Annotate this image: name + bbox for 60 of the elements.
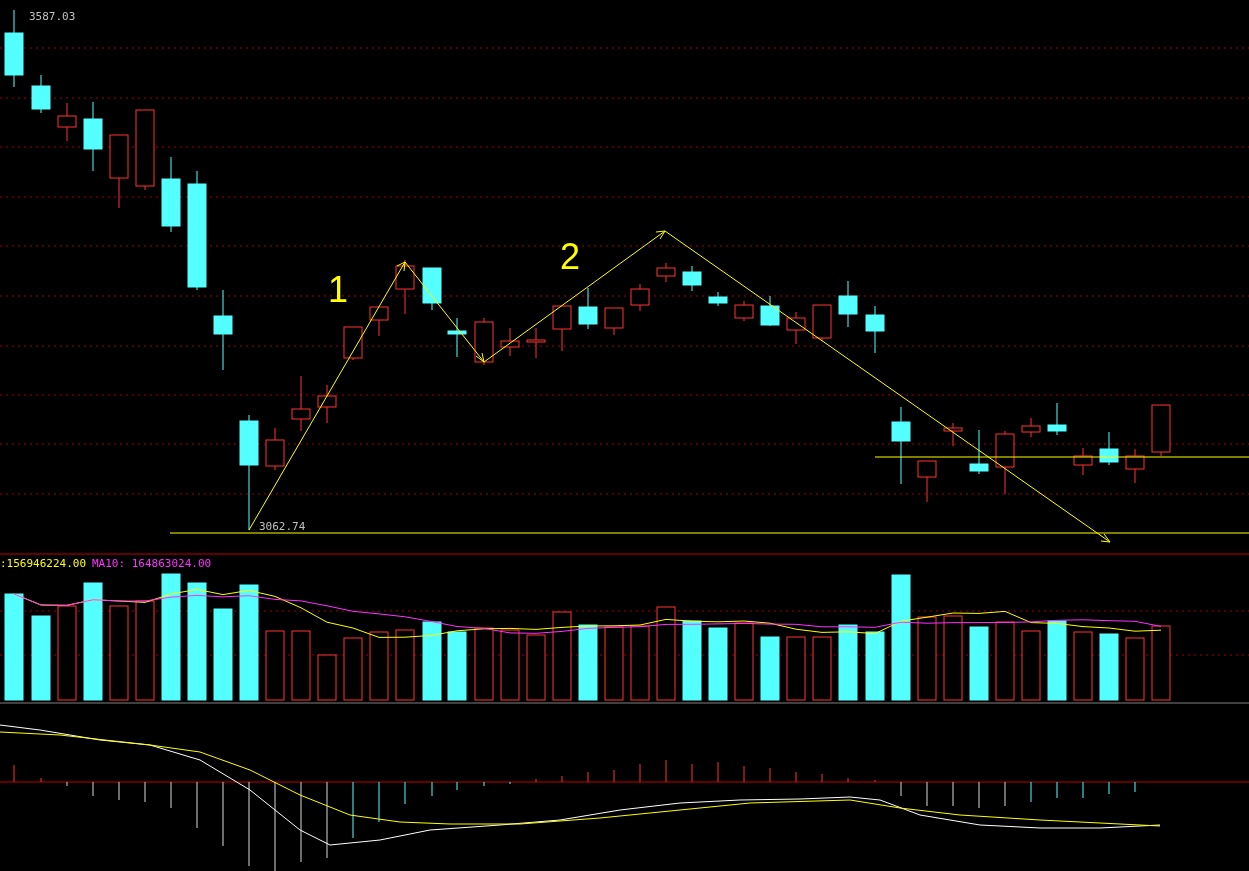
volume-bar (1021, 630, 1041, 701)
volume-bar (1125, 637, 1145, 701)
candlestick (31, 74, 51, 114)
candlestick (865, 305, 885, 354)
candlestick (1151, 404, 1171, 457)
candlestick (317, 384, 337, 424)
candlestick (969, 429, 989, 475)
volume-bar (447, 631, 467, 701)
volume-bar (369, 631, 389, 701)
candlestick (630, 283, 650, 312)
candlestick (656, 262, 676, 283)
candlestick (578, 287, 598, 330)
volume-bar (500, 629, 520, 701)
volume-bar (865, 631, 885, 701)
volume-bar (291, 630, 311, 701)
candlestick (291, 375, 311, 432)
candlestick (604, 307, 624, 336)
candlestick (786, 311, 806, 345)
candlestick (734, 300, 754, 322)
volume-bar (395, 629, 415, 701)
wave-label: 1 (328, 269, 349, 310)
candlestick (812, 304, 832, 342)
candlestick (995, 430, 1015, 495)
candlestick (422, 267, 442, 311)
volume-bar (786, 636, 806, 701)
volume-bar (812, 636, 832, 701)
candlestick (552, 305, 572, 352)
candlestick (708, 291, 728, 307)
candlestick (343, 326, 363, 361)
candlestick (1047, 402, 1067, 436)
candlestick (917, 460, 937, 503)
volume-bar (1073, 631, 1093, 701)
candlestick (447, 317, 467, 358)
volume-bar (317, 654, 337, 701)
candlestick (395, 259, 415, 315)
volume-bar (526, 634, 546, 701)
volume-bar (1099, 633, 1119, 701)
candlestick (682, 265, 702, 292)
volume-bar (265, 630, 285, 701)
candlestick (1073, 447, 1093, 476)
candlestick (369, 306, 389, 337)
wave-label: 2 (560, 236, 581, 277)
candlestick (838, 280, 858, 328)
candlestick (83, 101, 103, 172)
price-high-label: 3587.03 (29, 10, 76, 23)
volume-label: :156946224.00 (0, 557, 87, 570)
candlestick (474, 317, 494, 366)
volume-bar (343, 637, 363, 701)
candlestick (1021, 417, 1041, 438)
price-low-label: 3062.74 (259, 520, 306, 533)
candlestick (526, 327, 546, 359)
candlestick (760, 295, 780, 327)
candlestick (500, 327, 520, 357)
candlestick (943, 422, 963, 447)
candlestick (1125, 448, 1145, 484)
volume-bar (760, 636, 780, 701)
ma10-label: MA10: 164863024.00 (92, 557, 212, 570)
candlestick (1099, 431, 1119, 466)
candlestick (57, 102, 77, 142)
candlestick (265, 427, 285, 471)
